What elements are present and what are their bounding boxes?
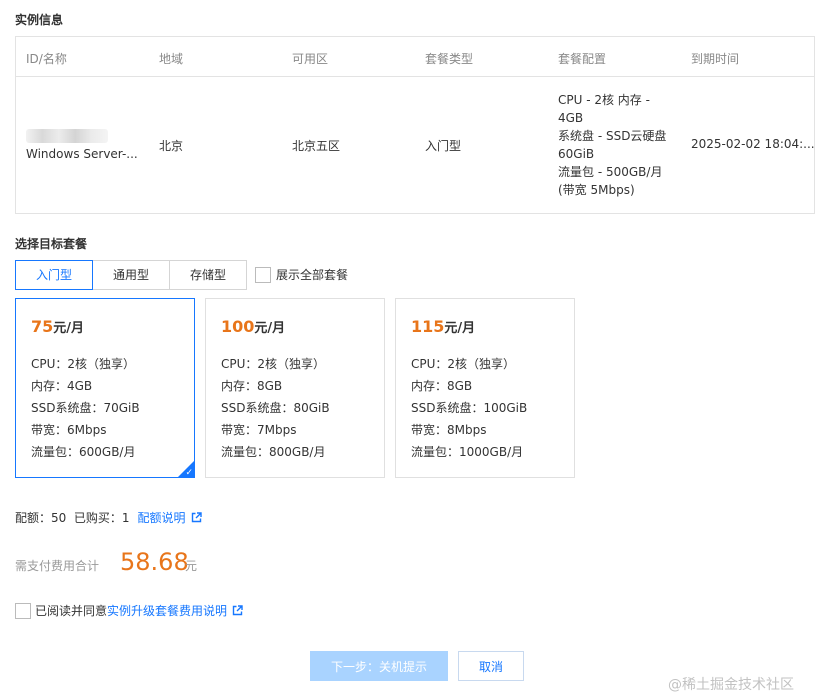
- plan-price: 75元/月: [31, 317, 84, 336]
- config-line: 60GiB: [558, 147, 595, 161]
- total-cost-amount: 58.68: [120, 548, 189, 576]
- instance-name: Windows Server-...: [26, 147, 138, 161]
- plan-disk: SSD系统盘：100GiB: [411, 401, 528, 415]
- instance-id-redacted: [26, 129, 108, 143]
- config-line: CPU - 2核 内存 -: [558, 93, 650, 107]
- external-link-icon[interactable]: [232, 605, 243, 616]
- plan-memory: 内存：4GB: [31, 379, 93, 393]
- plan-price-unit: 元/月: [53, 321, 85, 336]
- config-line: 4GB: [558, 111, 584, 125]
- quota-info: 配额：50 已购买：1 配额说明: [15, 509, 202, 526]
- cancel-button[interactable]: 取消: [458, 651, 524, 681]
- instance-table-header: ID/名称 地域 可用区 套餐类型 套餐配置 到期时间: [16, 37, 814, 77]
- plan-card-100[interactable]: 100元/月 CPU：2核（独享） 内存：8GB SSD系统盘：80GiB 带宽…: [205, 298, 385, 478]
- agreement-checkbox[interactable]: [15, 602, 31, 619]
- plan-disk: SSD系统盘：80GiB: [221, 401, 330, 415]
- instance-zone: 北京五区: [292, 139, 341, 153]
- external-link-icon[interactable]: [191, 512, 202, 523]
- plan-cpu: CPU：2核（独享）: [411, 357, 516, 371]
- upgrade-fee-link[interactable]: 实例升级套餐费用说明: [107, 602, 227, 619]
- plan-traffic: 流量包：800GB/月: [221, 445, 326, 459]
- plan-price-value: 115: [411, 317, 445, 336]
- config-line: (带宽 5Mbps): [558, 183, 635, 197]
- header-zone: 可用区: [292, 52, 329, 66]
- plan-price: 115元/月: [411, 317, 475, 336]
- plan-price-value: 100: [221, 317, 255, 336]
- plan-bandwidth: 带宽：8Mbps: [411, 423, 487, 437]
- total-cost-label: 需支付费用合计: [15, 559, 100, 573]
- plan-memory: 内存：8GB: [411, 379, 473, 393]
- plan-price: 100元/月: [221, 317, 285, 336]
- quota-help-link[interactable]: 配额说明: [138, 509, 186, 526]
- tab-general[interactable]: 通用型: [92, 260, 170, 290]
- agreement: 已阅读并同意 实例升级套餐费用说明: [15, 602, 243, 619]
- plan-price-value: 75: [31, 317, 54, 336]
- config-line: 流量包 - 500GB/月: [558, 165, 663, 179]
- plan-memory: 内存：8GB: [221, 379, 283, 393]
- header-plan-type: 套餐类型: [425, 52, 474, 66]
- target-plan-title: 选择目标套餐: [15, 237, 88, 251]
- header-expire-time: 到期时间: [691, 52, 740, 66]
- quota-text: 配额：50 已购买：1: [15, 511, 130, 525]
- instance-plan-type: 入门型: [425, 139, 462, 153]
- plan-cpu: CPU：2核（独享）: [31, 357, 136, 371]
- plan-traffic: 流量包：600GB/月: [31, 445, 136, 459]
- plan-price-unit: 元/月: [444, 321, 476, 336]
- total-cost-unit: 元: [185, 559, 198, 573]
- plan-cpu: CPU：2核（独享）: [221, 357, 326, 371]
- show-all-plans[interactable]: 展示全部套餐: [255, 266, 348, 283]
- header-plan-config: 套餐配置: [558, 52, 607, 66]
- instance-section-title: 实例信息: [15, 13, 64, 27]
- plan-card-115[interactable]: 115元/月 CPU：2核（独享） 内存：8GB SSD系统盘：100GiB 带…: [395, 298, 575, 478]
- header-id-name: ID/名称: [26, 52, 67, 66]
- plan-bandwidth: 带宽：6Mbps: [31, 423, 107, 437]
- next-step-button[interactable]: 下一步：关机提示: [310, 651, 448, 681]
- config-line: 系统盘 - SSD云硬盘: [558, 129, 667, 143]
- header-region: 地域: [159, 52, 184, 66]
- plan-disk: SSD系统盘：70GiB: [31, 401, 140, 415]
- plan-traffic: 流量包：1000GB/月: [411, 445, 524, 459]
- show-all-checkbox[interactable]: [255, 266, 271, 283]
- checkmark-icon: ✓: [185, 468, 193, 478]
- plan-price-unit: 元/月: [254, 321, 286, 336]
- plan-bandwidth: 带宽：7Mbps: [221, 423, 297, 437]
- plan-type-tabs: 入门型 通用型 存储型: [15, 260, 247, 290]
- instance-region: 北京: [159, 139, 184, 153]
- agreement-text: 已阅读并同意: [35, 604, 108, 618]
- plan-card-75[interactable]: 75元/月 CPU：2核（独享） 内存：4GB SSD系统盘：70GiB 带宽：…: [15, 298, 195, 478]
- show-all-label: 展示全部套餐: [276, 268, 349, 282]
- instance-expire-time: 2025-02-02 18:04:...: [691, 137, 815, 151]
- instance-table: ID/名称 地域 可用区 套餐类型 套餐配置 到期时间 Windows Serv…: [15, 36, 815, 214]
- watermark: @稀土掘金技术社区: [668, 677, 794, 693]
- tab-entry[interactable]: 入门型: [15, 260, 93, 290]
- tab-storage[interactable]: 存储型: [169, 260, 247, 290]
